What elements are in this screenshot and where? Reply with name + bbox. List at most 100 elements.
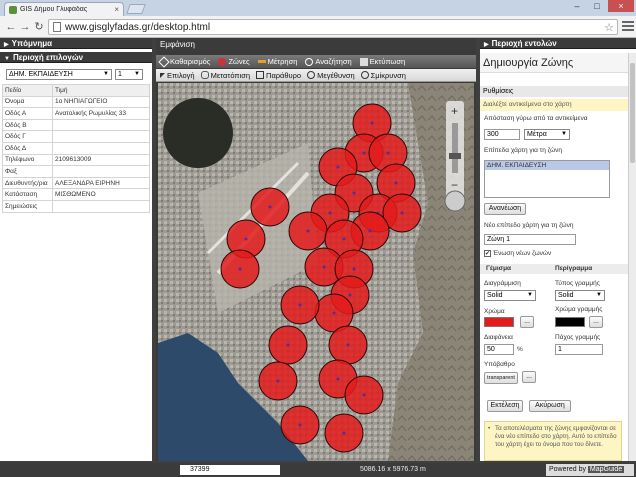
tool-clear[interactable]: Καθαρισμός [158,55,210,68]
new-layer-label: Νέο επίπεδο χάρτη για τη ζώνη [484,222,574,229]
field-value [52,141,150,155]
school-point-marker[interactable] [400,211,404,215]
page-icon [53,22,61,32]
pan-compass-icon[interactable] [444,190,466,212]
zoom-slider-thumb[interactable] [449,153,461,159]
layers-list-item[interactable]: ΔΗΜ. ΕΚΠΑΙΔΕΥΣΗ [485,161,609,170]
school-point-marker[interactable] [352,191,356,195]
bookmark-star-icon[interactable]: ☆ [604,21,617,34]
school-point-marker[interactable] [342,431,346,435]
line-type-select[interactable]: Solid ▼ [555,290,605,301]
print-icon [359,57,368,66]
school-point-marker[interactable] [298,303,302,307]
school-point-marker[interactable] [276,379,280,383]
school-point-marker[interactable] [244,237,248,241]
field-name: Τηλέφωνο [2,153,53,167]
maximize-icon[interactable]: □ [588,0,606,12]
command-area-header[interactable]: ▶ Περιοχή εντολών [480,38,636,49]
reload-icon[interactable]: ↻ [32,20,46,34]
school-point-marker[interactable] [352,267,356,271]
layers-listbox[interactable]: ΔΗΜ. ΕΚΠΑΙΔΕΥΣΗ [484,160,610,198]
merge-checkbox[interactable]: ✔ [484,250,491,257]
feature-index-select[interactable]: 1 ▼ [115,69,143,80]
school-point-marker[interactable] [386,151,390,155]
school-point-marker[interactable] [332,311,336,315]
zoom-control[interactable]: + − [444,101,466,212]
school-point-marker[interactable] [362,151,366,155]
forward-icon[interactable]: → [18,20,32,34]
field-name: Όνομα [2,95,53,109]
school-point-marker[interactable] [342,237,346,241]
school-point-marker[interactable] [362,393,366,397]
school-point-marker[interactable] [346,343,350,347]
refresh-button[interactable]: Ανανέωση [484,203,526,215]
new-layer-input[interactable]: Ζώνη 1 [484,234,576,245]
layer-select[interactable]: ΔΗΜ. ΕΚΠΑΙΔΕΥΣΗ ▼ [6,69,112,80]
close-window-icon[interactable]: × [608,0,634,12]
line-type-label: Τύπος γραμμής [555,280,600,287]
school-point-marker[interactable] [238,267,242,271]
run-button[interactable]: Εκτέλεση [487,400,523,412]
fill-color-swatch[interactable] [484,317,514,327]
map-canvas[interactable]: + − [158,83,474,461]
chrome-menu-icon[interactable] [622,21,634,33]
tool-buffer[interactable]: Ζώνες [218,57,250,66]
tool-pan[interactable]: Μετατόπιση [200,71,250,80]
browser-tab[interactable]: GIS Δήμου Γλυφάδας × [4,2,124,16]
unit-select[interactable]: Μέτρα ▼ [524,129,570,140]
close-tab-icon[interactable]: × [114,5,123,14]
scrollbar-thumb[interactable] [630,63,635,163]
selection-header[interactable]: ▼ Περιοχή επιλογών [0,52,152,63]
tool-print[interactable]: Εκτύπωση [359,57,405,66]
layers-label: Επίπεδα χάρτη για τη ζώνη [484,147,563,154]
school-point-marker[interactable] [286,343,290,347]
school-point-marker[interactable] [348,293,352,297]
field-name: Οδός Γ [2,130,53,143]
school-point-marker[interactable] [368,229,372,233]
zoom-in-icon[interactable]: + [451,104,458,118]
address-bar[interactable]: www.gisglyfadas.gr/desktop.html ☆ [48,19,618,35]
line-color-swatch[interactable] [555,317,585,327]
distance-label: Απόσταση γύρω από τα αντικείμενα [484,115,588,122]
tool-select[interactable]: Επιλογή [160,71,195,80]
zoom-out-icon [360,71,369,79]
background-picker-button[interactable]: ... [522,371,536,383]
school-point-marker[interactable] [336,377,340,381]
school-point-marker[interactable] [268,205,272,209]
new-tab-button[interactable] [126,4,146,14]
right-panel-scrollbar[interactable] [628,53,636,461]
thickness-input[interactable]: 1 [555,344,603,355]
legend-header[interactable]: ▶ Υπόμνημα [0,38,152,49]
school-point-marker[interactable] [306,229,310,233]
back-icon[interactable]: ← [4,20,18,34]
line-color-picker-button[interactable]: ... [589,316,603,328]
pattern-select[interactable]: Solid ▼ [484,290,536,301]
distance-input[interactable]: 300 [484,129,520,140]
school-point-marker[interactable] [336,165,340,169]
ruler-icon [257,60,266,63]
school-point-marker[interactable] [322,265,326,269]
tool-zoom-in[interactable]: Μεγέθυνση [307,71,355,80]
tool-measure[interactable]: Μέτρηση [257,57,297,66]
school-point-marker[interactable] [370,121,374,125]
zoom-out-icon[interactable]: − [451,178,458,192]
minimize-icon[interactable]: – [568,0,586,12]
school-point-marker[interactable] [394,181,398,185]
selection-hint: Διαλέξτε αντικείμενα στο χάρτη [480,99,628,111]
school-point-marker[interactable] [298,423,302,427]
field-name: Κατάσταση [2,188,53,201]
cancel-button[interactable]: Ακύρωση [529,400,571,412]
hand-icon [200,71,209,79]
outline-header: Περίγραμμα [555,265,593,272]
field-value: 1ο ΝΗΠΙΑΓΩΓΕΙΟ [52,95,150,109]
school-point-marker[interactable] [328,211,332,215]
tool-search[interactable]: Αναζήτηση [305,57,352,66]
panel-title: Δημιουργία Ζώνης [480,53,628,73]
background-value-button[interactable]: transparent [484,372,518,384]
scale-field[interactable]: 37399 [180,465,280,475]
tool-window[interactable]: Παράθυρο [256,71,301,80]
tool-zoom-out[interactable]: Σμίκρυνση [360,71,406,80]
fill-color-picker-button[interactable]: ... [520,316,534,328]
transparency-input[interactable]: 50 [484,344,514,355]
merge-option[interactable]: ✔ Ένωση νέων ζωνών [484,250,551,257]
